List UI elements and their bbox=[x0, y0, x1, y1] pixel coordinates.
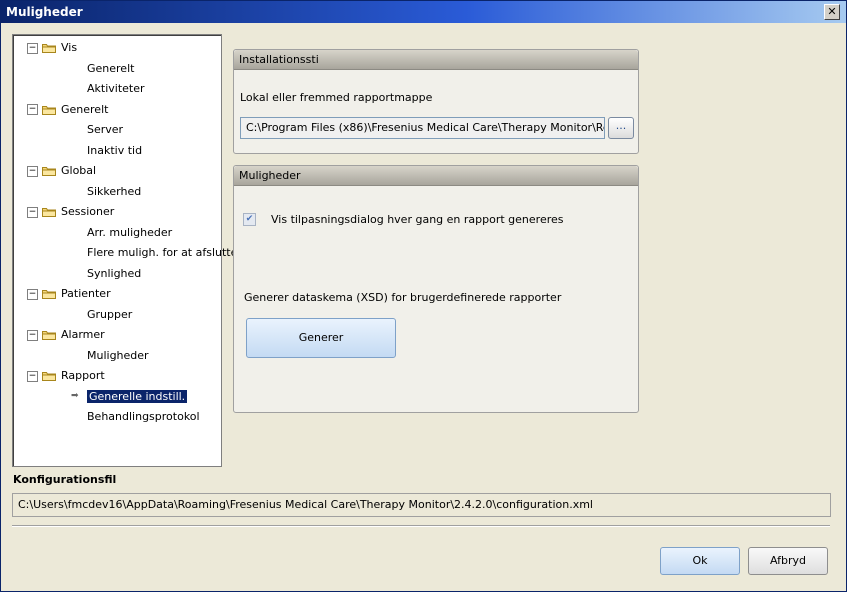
tree-item-label: Synlighed bbox=[87, 266, 142, 280]
tree-group[interactable]: − Sessioner bbox=[27, 203, 114, 221]
tree-item[interactable]: Grupper bbox=[87, 306, 132, 324]
tree-group-label: Alarmer bbox=[61, 328, 105, 341]
install-path-header: Installationssti bbox=[234, 50, 638, 70]
collapse-icon[interactable]: − bbox=[27, 206, 38, 218]
folder-icon bbox=[42, 289, 56, 299]
tree-group-label: Global bbox=[61, 164, 97, 177]
folder-icon bbox=[42, 207, 56, 217]
tree-group[interactable]: − Generelt bbox=[27, 101, 108, 119]
options-group: Muligheder ✔ Vis tilpasningsdialog hver … bbox=[233, 165, 639, 413]
tree-item[interactable]: Flere muligh. for at afslutte bbox=[87, 244, 237, 262]
close-button[interactable]: ✕ bbox=[824, 4, 840, 20]
checkmark-icon: ✔ bbox=[245, 214, 254, 224]
collapse-icon[interactable]: − bbox=[27, 370, 38, 382]
tree-item-label: Generelt bbox=[87, 61, 135, 75]
options-tree[interactable]: − Vis Generelt Aktiviteter − Generelt Server In… bbox=[12, 34, 237, 467]
collapse-icon[interactable]: − bbox=[27, 104, 38, 115]
tree-item[interactable]: Inaktiv tid bbox=[87, 142, 142, 160]
folder-icon bbox=[42, 330, 56, 340]
ok-button[interactable]: Ok bbox=[660, 547, 740, 575]
tree-item[interactable]: Synlighed bbox=[87, 265, 141, 283]
tree-item[interactable]: Sikkerhed bbox=[87, 183, 141, 201]
tree-group-label: Rapport bbox=[61, 369, 105, 382]
tree-item[interactable]: Behandlingsprotokol bbox=[87, 408, 200, 426]
collapse-icon[interactable]: − bbox=[27, 329, 38, 341]
folder-icon bbox=[42, 166, 56, 176]
title-bar[interactable]: Muligheder ✕ bbox=[1, 1, 846, 23]
tree-group[interactable]: − Alarmer bbox=[27, 326, 105, 344]
tree-item[interactable]: Generelle indstill. bbox=[87, 388, 188, 406]
report-dialog-checkbox-label: Vis tilpasningsdialog hver gang en rappo… bbox=[271, 213, 564, 226]
tree-item-label: Behandlingsprotokol bbox=[87, 410, 200, 423]
tree-item[interactable]: Server bbox=[87, 121, 123, 139]
footer-separator bbox=[12, 525, 830, 527]
folder-icon bbox=[42, 105, 56, 115]
folder-icon bbox=[42, 43, 56, 53]
install-path-input[interactable]: C:\Program Files (x86)\Fresenius Medical… bbox=[240, 117, 605, 139]
tree-item[interactable]: Muligheder bbox=[87, 347, 149, 365]
tree-item-label: Server bbox=[87, 123, 124, 136]
report-dialog-checkbox[interactable]: ✔ bbox=[243, 213, 256, 226]
tree-group-label: Vis bbox=[61, 41, 78, 54]
install-path-label: Lokal eller fremmed rapportmappe bbox=[240, 91, 433, 104]
tree-item-label: Aktiviteter bbox=[87, 82, 145, 95]
tree-group[interactable]: − Patienter bbox=[27, 285, 111, 303]
folder-icon bbox=[42, 371, 56, 381]
close-icon: ✕ bbox=[827, 5, 837, 18]
window-title: Muligheder bbox=[6, 5, 83, 19]
config-file-label: Konfigurationsfil bbox=[13, 473, 117, 486]
tree-item[interactable]: Aktiviteter bbox=[87, 80, 145, 98]
schema-label: Generer dataskema (XSD) for brugerdefine… bbox=[244, 291, 562, 304]
collapse-icon[interactable]: − bbox=[27, 288, 38, 300]
tree-item-label: Arr. muligheder bbox=[87, 225, 173, 239]
config-file-path[interactable]: C:\Users\fmcdev16\AppData\Roaming\Fresen… bbox=[12, 493, 831, 517]
tree-item[interactable]: Generelt bbox=[87, 60, 134, 78]
generate-button[interactable]: Generer bbox=[246, 318, 396, 358]
tree-group[interactable]: − Global bbox=[27, 162, 96, 180]
arrow-right-icon: ➡ bbox=[71, 390, 79, 401]
options-header: Muligheder bbox=[234, 166, 638, 186]
tree-item-label: Sikkerhed bbox=[87, 184, 142, 198]
cancel-button[interactable]: Afbryd bbox=[748, 547, 828, 575]
options-dialog: Muligheder ✕ − Vis Generelt Aktiviteter − Gen… bbox=[0, 0, 847, 592]
tree-group-label: Patienter bbox=[61, 287, 111, 300]
tree-item[interactable]: Arr. muligheder bbox=[87, 224, 172, 242]
browse-button[interactable]: ... bbox=[608, 117, 634, 139]
collapse-icon[interactable]: − bbox=[27, 165, 38, 177]
tree-item-label: Generelle indstill. bbox=[87, 389, 188, 403]
collapse-icon[interactable]: − bbox=[27, 42, 38, 54]
tree-group-label: Sessioner bbox=[61, 205, 115, 218]
tree-item-label: Muligheder bbox=[87, 348, 149, 362]
install-path-group: Installationssti Lokal eller fremmed rap… bbox=[233, 49, 639, 154]
tree-group-label: Generelt bbox=[61, 102, 109, 116]
tree-item-label: Inaktiv tid bbox=[87, 143, 143, 157]
tree-group[interactable]: − Rapport bbox=[27, 367, 105, 385]
tree-item-label: Flere muligh. for at afslutte bbox=[87, 246, 238, 259]
tree-group[interactable]: − Vis bbox=[27, 39, 77, 57]
tree-item-label: Grupper bbox=[87, 307, 133, 321]
